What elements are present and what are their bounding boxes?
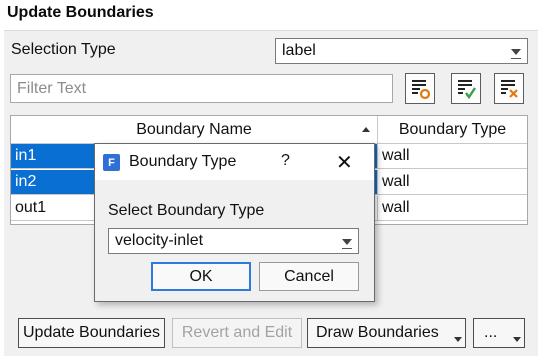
filter-text-field[interactable] [10,74,393,103]
selection-type-label: Selection Type [11,41,116,58]
boundary-name: out1 [15,199,47,216]
column-header-label: Boundary Type [398,120,507,138]
select-boundary-type-label: Select Boundary Type [108,202,265,219]
table-row-type-cell[interactable]: wall [377,170,527,195]
cancel-button[interactable]: Cancel [259,262,359,291]
chevron-down-icon [339,232,355,250]
revert-and-edit-button[interactable]: Revert and Edit [172,318,302,348]
draw-boundaries-button[interactable]: Draw Boundaries [307,318,466,348]
selection-type-value: label [282,42,316,59]
help-icon[interactable]: ? [281,152,290,170]
boundary-type-dialog: F Boundary Type ? ✕ Select Boundary Type… [94,143,375,302]
update-boundaries-button[interactable]: Update Boundaries [18,318,165,348]
chevron-down-icon [508,42,524,60]
close-icon[interactable]: ✕ [336,150,353,175]
draw-boundaries-label: Draw Boundaries [316,324,439,341]
deselect-all-x-icon [501,80,518,98]
filter-text-input[interactable] [11,75,392,102]
boundary-type: wall [382,173,410,190]
column-header-label: Boundary Name [136,120,252,138]
dialog-titlebar[interactable]: F Boundary Type ? ✕ [95,144,374,180]
panel-title: Update Boundaries [7,4,154,21]
boundary-type: wall [382,199,410,216]
app-icon: F [103,154,120,171]
more-options-button[interactable]: ... [473,318,525,348]
more-options-label: ... [484,324,498,341]
deselect-all-button[interactable] [494,73,524,104]
boundary-name: in1 [15,147,37,164]
table-row-type-cell[interactable]: wall [377,196,527,221]
boundary-type-value: velocity-inlet [115,232,204,249]
filter-select-icon [412,80,431,100]
ok-button[interactable]: OK [151,262,251,291]
dialog-title: Boundary Type [129,153,237,170]
select-all-button[interactable] [451,73,481,104]
boundary-type: wall [382,147,410,164]
dropdown-arrow-icon [513,337,521,342]
column-header-boundary-name[interactable]: Boundary Name [11,116,377,144]
select-all-check-icon [458,80,476,100]
dropdown-arrow-icon [454,337,462,342]
sort-ascending-icon [362,127,370,132]
column-header-boundary-type[interactable]: Boundary Type [377,116,527,144]
boundary-name: in2 [15,173,37,190]
table-row-type-cell[interactable]: wall [377,144,527,169]
filter-select-button[interactable] [405,73,435,104]
selection-type-select[interactable]: label [275,38,528,64]
boundary-type-select[interactable]: velocity-inlet [108,228,359,254]
